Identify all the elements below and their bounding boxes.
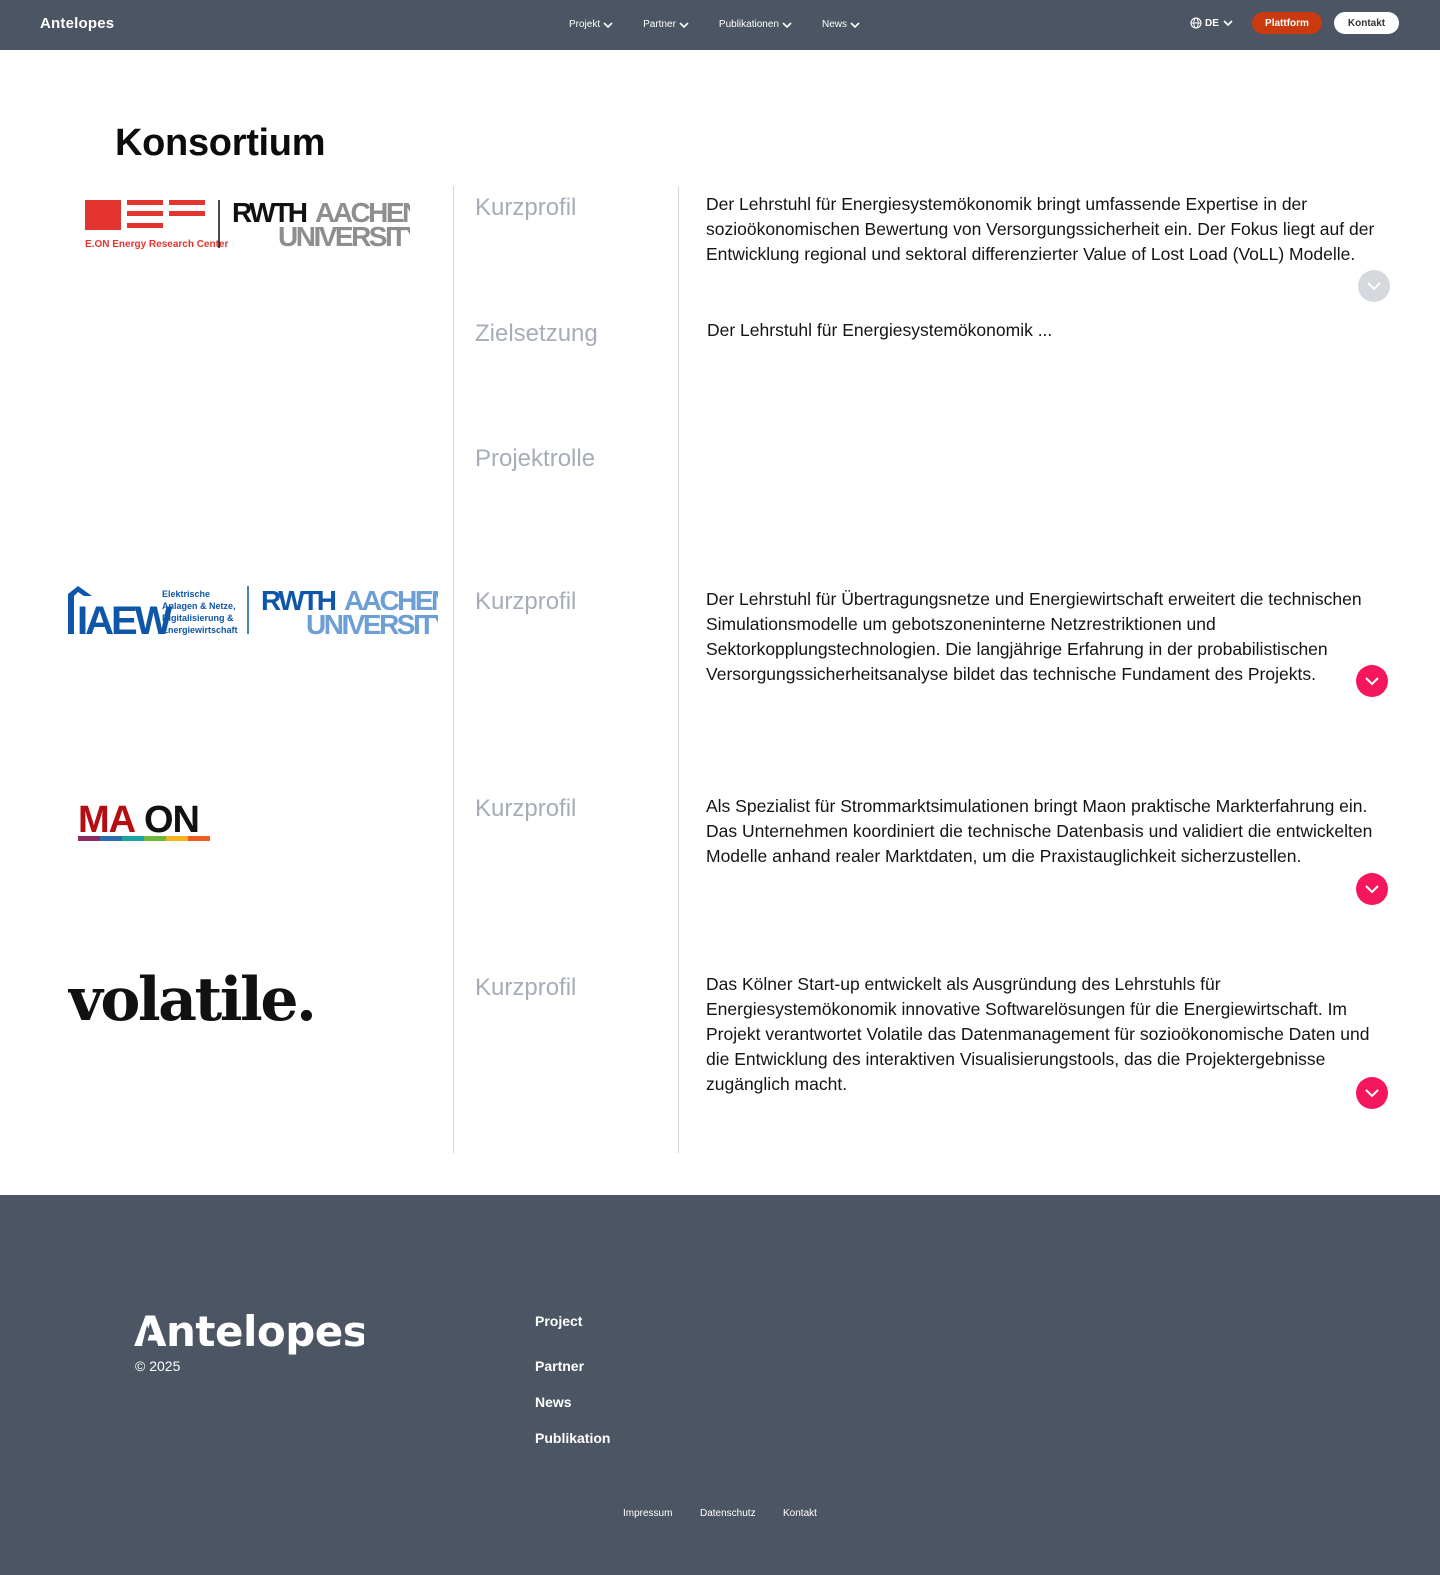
partner-logo-iaew-rwth: IAEW Elektrische Anlagen & Netze, Digita…: [68, 585, 454, 647]
chevron-down-icon: [782, 21, 792, 28]
footer-link-news[interactable]: News: [535, 1394, 572, 1410]
volatile-logo-graphic: volatile.: [66, 965, 317, 1035]
footer-link-impressum[interactable]: Impressum: [623, 1508, 672, 1519]
nav-item-label: News: [821, 19, 847, 30]
nav-item-publikationen[interactable]: Publikationen: [719, 19, 792, 30]
partner-description: Der Lehrstuhl für Energiesystemökonomik …: [707, 320, 1053, 340]
chevron-down-icon: [1223, 20, 1233, 27]
section-label-projektrolle: Projektrolle: [475, 445, 596, 472]
nav-item-label: Publikationen: [718, 19, 779, 30]
footer-link-project[interactable]: Project: [535, 1313, 582, 1329]
chevron-down-icon: [1367, 282, 1381, 291]
nav-item-projekt[interactable]: Projekt: [569, 19, 613, 30]
top-navbar: Antelopes Projekt Partner Publikationen …: [0, 0, 1440, 50]
antelope-logo-graphic: Antelopes: [134, 1307, 368, 1356]
section-label-kurzprofil: Kurzprofil: [475, 974, 577, 1001]
svg-text:Anlagen & Netze,: Anlagen & Netze,: [162, 601, 236, 611]
section-label-zielsetzung: Zielsetzung: [475, 320, 598, 347]
svg-text:UNIVERSITY: UNIVERSITY: [278, 221, 410, 252]
footer-link-kontakt[interactable]: Kontakt: [783, 1508, 817, 1519]
chevron-down-icon: [1365, 677, 1379, 686]
partner-logo-volatile: volatile.: [66, 962, 318, 1037]
footer-brand-logo[interactable]: Antelopes: [134, 1307, 368, 1364]
partner-description: Der Lehrstuhl für Energiesystemökonomik …: [706, 194, 1375, 264]
svg-text:MA: MA: [78, 799, 136, 841]
footer-link-publikation[interactable]: Publikation: [535, 1430, 610, 1446]
expand-toggle-button[interactable]: [1356, 665, 1388, 697]
maon-logo-graphic: MA ON: [78, 799, 210, 841]
nav-item-label: Partner: [643, 19, 676, 30]
eon-erc-logo-graphic: E.ON Energy Research Center RWTH AACHEN …: [85, 197, 426, 252]
section-label-kurzprofil: Kurzprofil: [475, 795, 577, 822]
partner-logo-eon-rwth: E.ON Energy Research Center RWTH AACHEN …: [85, 197, 426, 259]
column-divider: [678, 186, 679, 1153]
partner-description: Der Lehrstuhl für Übertragungsnetze und …: [706, 589, 1362, 684]
svg-text:Digitalisierung &: Digitalisierung &: [162, 613, 234, 623]
svg-text:Elektrische: Elektrische: [162, 589, 210, 599]
svg-text:volatile.: volatile.: [68, 965, 314, 1032]
chevron-down-icon: [603, 21, 613, 28]
brand-logo[interactable]: Antelopes: [40, 15, 114, 32]
expand-toggle-button[interactable]: [1356, 873, 1388, 905]
svg-text:IAEW: IAEW: [77, 599, 173, 642]
language-switcher[interactable]: DE: [1190, 17, 1233, 29]
nav-item-news[interactable]: News: [822, 19, 860, 30]
platform-button[interactable]: Plattform: [1252, 12, 1322, 34]
chevron-down-icon: [1365, 1089, 1379, 1098]
contact-button[interactable]: Kontakt: [1334, 12, 1399, 34]
iaew-logo-graphic: IAEW Elektrische Anlagen & Netze, Digita…: [68, 585, 454, 643]
main-nav: Projekt Partner Publikationen News: [569, 19, 890, 30]
svg-text:Energiewirtschaft: Energiewirtschaft: [162, 625, 238, 635]
site-footer: Antelopes © 2025 Project Partner News Pu…: [0, 1195, 1440, 1575]
footer-link-datenschutz[interactable]: Datenschutz: [700, 1508, 756, 1519]
footer-link-partner[interactable]: Partner: [535, 1358, 584, 1374]
chevron-down-icon: [679, 21, 689, 28]
expand-toggle-button[interactable]: [1358, 270, 1390, 302]
globe-icon: [1190, 17, 1202, 29]
partner-logo-maon: MA ON: [78, 798, 213, 849]
svg-text:Antelopes: Antelopes: [134, 1309, 364, 1356]
page-title: Konsortium: [115, 122, 326, 164]
language-label: DE: [1205, 17, 1219, 29]
svg-text:UNIVERSITY: UNIVERSITY: [306, 609, 438, 640]
svg-text:E.ON Energy Research Center: E.ON Energy Research Center: [85, 239, 228, 250]
section-label-kurzprofil: Kurzprofil: [475, 588, 577, 615]
copyright-text: © 2025: [135, 1358, 181, 1374]
nav-item-label: Projekt: [569, 19, 601, 30]
partner-description: Als Spezialist für Strommarktsimulatione…: [706, 796, 1373, 866]
svg-text:ON: ON: [144, 799, 199, 841]
expand-toggle-button[interactable]: [1356, 1077, 1388, 1109]
section-label-kurzprofil: Kurzprofil: [475, 194, 577, 221]
nav-item-partner[interactable]: Partner: [643, 19, 689, 30]
partner-description: Das Kölner Start-up entwickelt als Ausgr…: [706, 974, 1370, 1094]
chevron-down-icon: [850, 21, 860, 28]
chevron-down-icon: [1365, 885, 1379, 894]
column-divider: [453, 186, 454, 1153]
